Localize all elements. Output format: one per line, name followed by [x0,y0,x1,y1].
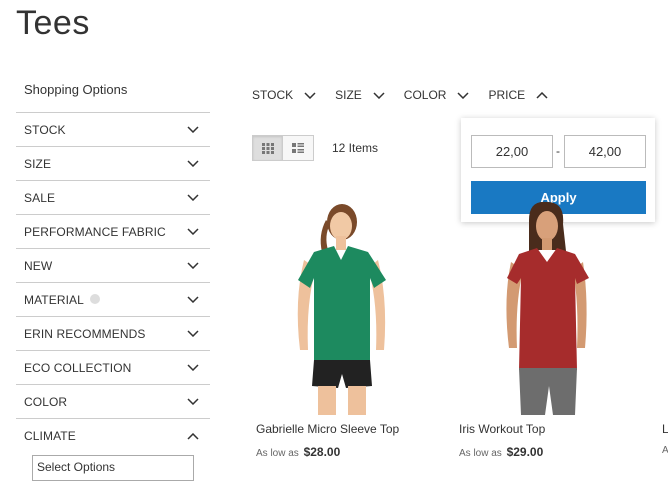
chevron-down-icon [303,88,317,102]
help-icon[interactable] [89,293,100,304]
toolbar-filter-color[interactable]: COLOR [404,88,471,102]
filter-label: SIZE [24,156,52,171]
sidebar-filter-climate[interactable]: CLIMATE [16,419,210,453]
model-photo [506,201,589,415]
sidebar-filter-eco-collection[interactable]: ECO COLLECTION [16,351,210,385]
sidebar-filter-erin-recommends[interactable]: ERIN RECOMMENDS [16,317,210,351]
price-prefix: As low as [459,448,502,459]
chevron-down-icon [186,225,200,239]
toolbar-filters: STOCK SIZE COLOR PRICE [252,88,567,102]
item-count: 12 Items [332,141,379,155]
view-mode-switcher [252,135,314,161]
chevron-down-icon [186,157,200,171]
product-name[interactable]: L [662,422,668,436]
chevron-down-icon [456,88,470,102]
sidebar-filter-performance-fabric[interactable]: PERFORMANCE FABRIC [16,215,210,249]
product-price: As low as $28.00 [256,445,340,459]
chevron-down-icon [186,191,200,205]
climate-select[interactable]: Select Options [32,455,194,481]
product-card[interactable]: Gabrielle Micro Sleeve Top As low as $28… [256,190,416,459]
filter-label: ERIN RECOMMENDS [24,326,146,341]
filter-label: STOCK [24,122,66,137]
product-image[interactable] [256,190,416,415]
shopping-options-title: Shopping Options [16,78,210,113]
toolbar-filter-price[interactable]: PRICE [488,88,549,102]
list-icon [292,142,304,153]
toolbar-filter-stock[interactable]: STOCK [252,88,317,102]
filter-label: PERFORMANCE FABRIC [24,224,166,239]
price-amount: $29.00 [506,445,544,459]
filter-label: COLOR [403,88,447,102]
sidebar-filter-color[interactable]: COLOR [16,385,210,419]
grid-view-button[interactable] [252,135,283,161]
sidebar-filter-material[interactable]: MATERIAL [16,283,210,317]
filter-label: SIZE [335,88,362,102]
chevron-down-icon [186,259,200,273]
price-amount: $28.00 [303,445,341,459]
chevron-down-icon [186,395,200,409]
filter-label-wrapper: MATERIAL [24,293,100,307]
chevron-down-icon [186,327,200,341]
chevron-down-icon [186,123,200,137]
chevron-down-icon [186,361,200,375]
filter-label: STOCK [252,88,294,102]
sidebar-filter-sale[interactable]: SALE [16,181,210,215]
product-card[interactable]: Iris Workout Top As low as $29.00 [459,190,619,459]
chevron-down-icon [186,293,200,307]
product-image[interactable] [459,190,619,415]
sidebar-filter-new[interactable]: NEW [16,249,210,283]
chevron-down-icon [372,88,386,102]
price-prefix: As low as [256,448,299,459]
toolbar-filter-size[interactable]: SIZE [335,88,386,102]
filter-label: CLIMATE [24,429,76,443]
chevron-up-icon [535,88,549,102]
filter-label: COLOR [24,394,68,409]
filter-label: SALE [24,190,56,205]
price-from-input[interactable] [471,135,553,168]
product-price: As low as $29.00 [459,445,543,459]
model-photo [297,204,386,415]
grid-icon [261,142,274,154]
price-prefix: As [662,445,668,456]
price-separator: - [556,144,560,158]
filter-label: NEW [24,258,53,273]
filter-label: ECO COLLECTION [24,360,132,375]
page-title: Tees [16,3,90,43]
filter-label: PRICE [488,88,526,102]
product-price: As [662,445,668,456]
product-name[interactable]: Iris Workout Top [459,422,545,436]
product-name[interactable]: Gabrielle Micro Sleeve Top [256,422,399,436]
chevron-up-icon [186,429,200,443]
sidebar-filter-size[interactable]: SIZE [16,147,210,181]
list-view-button[interactable] [283,135,314,161]
price-to-input[interactable] [564,135,646,168]
filter-label: MATERIAL [24,292,84,307]
sidebar-filter-stock[interactable]: STOCK [16,113,210,147]
shopping-options-sidebar: Shopping Options STOCK SIZE SALE PERFORM… [16,78,210,481]
